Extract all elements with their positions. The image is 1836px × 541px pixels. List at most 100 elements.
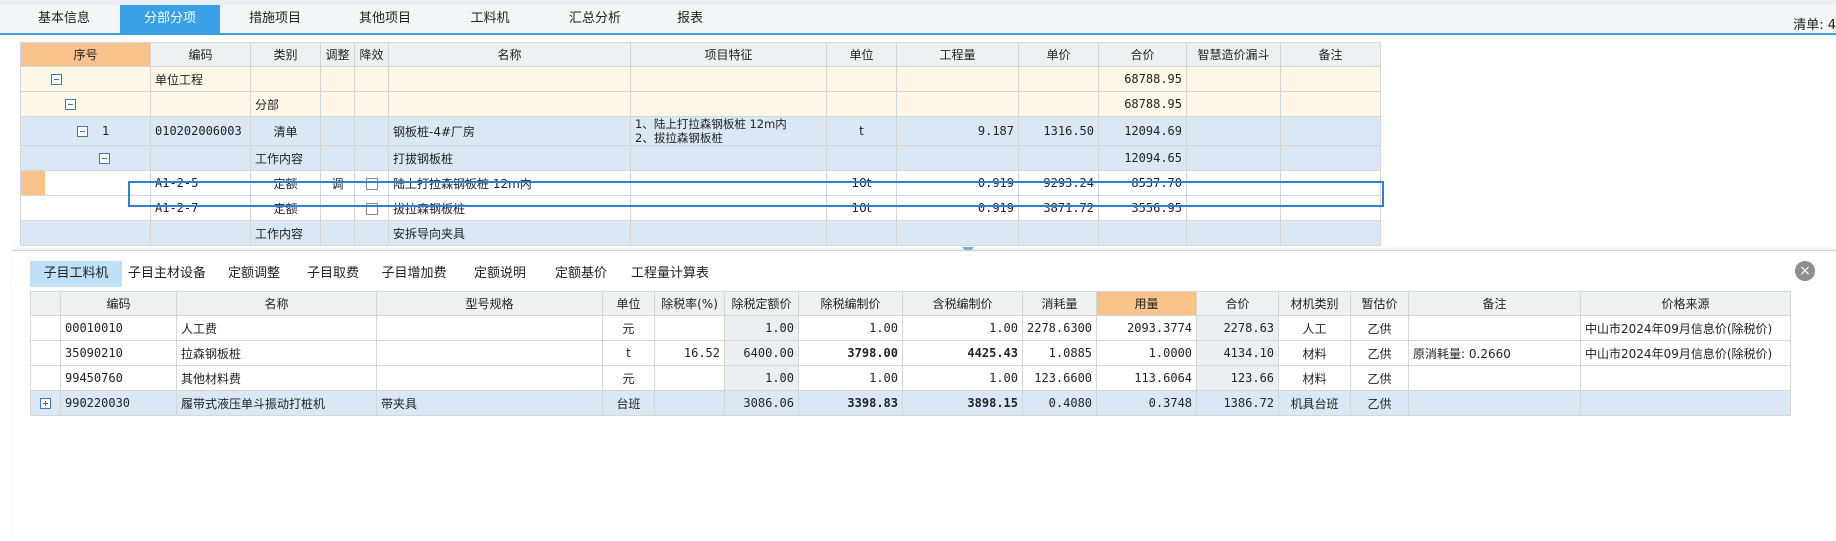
row-source: 中山市2024年09月信息价(除税价) [1580,340,1792,366]
expand-icon[interactable] [40,398,51,409]
col-code[interactable]: 编码 [60,291,177,316]
col-name[interactable]: 名称 [388,42,631,67]
row-total: 2278.63 [1196,315,1280,341]
row-tax-prep-price[interactable]: 1.00 [902,315,1023,341]
row-name: 其他材料费 [176,365,377,391]
row-adjust: 调 [320,170,355,196]
table-row[interactable]: A1-2-7 定额 拔拉森钢板桩 10t 0.919 3871.72 3556.… [20,195,1381,221]
tab-reports[interactable]: 报表 [650,5,730,33]
row-type: 定额 [250,195,321,221]
col-reduce[interactable]: 降效 [354,42,389,67]
row-prep-price[interactable]: 1.00 [798,315,903,341]
collapse-icon[interactable] [51,74,62,85]
col-provisional[interactable]: 暂估价 [1350,291,1410,316]
row-quota-price: 1.00 [724,315,799,341]
col-tax-rate[interactable]: 除税率(%) [654,291,725,316]
collapse-icon[interactable] [77,126,88,137]
row-category: 材料 [1278,365,1352,391]
col-note[interactable]: 备注 [1408,291,1582,316]
table-row[interactable]: 99450760 其他材料费 元 1.00 1.00 1.00 123.6600… [30,365,1792,391]
row-tax-rate [654,390,725,416]
subtab-quota-notes[interactable]: 定额说明 [458,261,542,287]
tab-division-items[interactable]: 分部分项 [120,5,220,33]
table-row-selected[interactable]: A1-2-5 定额 调 陆上打拉森钢板桩 12m内 10t 0.919 9293… [20,170,1381,196]
col-prep-price[interactable]: 除税编制价 [798,291,903,316]
table-row[interactable]: 00010010 人工费 元 1.00 1.00 1.00 2278.6300 … [30,315,1792,341]
row-tax-prep-price[interactable]: 4425.43 [902,340,1023,366]
col-usage[interactable]: 用量 [1096,291,1198,316]
row-code: A1-2-5 [150,170,251,196]
col-code[interactable]: 编码 [150,42,251,67]
table-row[interactable]: 单位工程 68788.95 [20,66,1381,92]
tab-measures[interactable]: 措施项目 [220,5,330,33]
row-type: 分部 [250,91,321,117]
col-type[interactable]: 类别 [250,42,321,67]
row-unit: 台班 [602,390,655,416]
col-consumption[interactable]: 消耗量 [1021,291,1098,316]
subtab-main-materials[interactable]: 子目主材设备 [122,261,212,287]
tab-summary-analysis[interactable]: 汇总分析 [540,5,650,33]
row-unit: 10t [826,170,897,196]
row-consumption[interactable]: 2278.6300 [1021,315,1098,341]
col-name[interactable]: 名称 [176,291,377,316]
row-tax-prep-price[interactable]: 3898.15 [902,390,1023,416]
col-total[interactable]: 合价 [1196,291,1280,316]
col-total[interactable]: 合价 [1098,42,1187,67]
row-consumption[interactable]: 1.0885 [1021,340,1098,366]
table-row[interactable]: 35090210 拉森钢板桩 t 16.52 6400.00 3798.00 4… [30,340,1792,366]
row-name: 安拆导向夹具 [388,220,631,246]
tab-other-items[interactable]: 其他项目 [330,5,440,33]
tab-labor-material-machine[interactable]: 工料机 [440,5,540,33]
row-tax-prep-price[interactable]: 1.00 [902,365,1023,391]
row-type: 定额 [250,170,321,196]
table-row[interactable]: 990220030 履带式液压单斗振动打桩机 带夹具 台班 3086.06 33… [30,390,1792,416]
col-spec[interactable]: 型号规格 [376,291,603,316]
col-unit[interactable]: 单位 [602,291,655,316]
row-prep-price[interactable]: 1.00 [798,365,903,391]
table-row[interactable]: 分部 68788.95 [20,91,1381,117]
subtab-item-resources[interactable]: 子目工料机 [30,261,122,287]
row-category: 机具台班 [1278,390,1352,416]
col-feature[interactable]: 项目特征 [630,42,827,67]
row-source: 中山市2024年09月信息价(除税价) [1580,315,1792,341]
subtab-additional-fees[interactable]: 子目增加费 [370,261,458,287]
row-consumption[interactable]: 123.6600 [1021,365,1098,391]
row-selector[interactable] [21,171,45,195]
col-price[interactable]: 单价 [1018,42,1099,67]
table-row[interactable]: 工作内容 安拆导向夹具 [20,220,1381,246]
row-quota-price: 6400.00 [724,340,799,366]
col-qty[interactable]: 工程量 [896,42,1019,67]
row-unit: 10t [826,195,897,221]
row-prep-price[interactable]: 3798.00 [798,340,903,366]
row-note [1408,365,1582,391]
row-code: 990220030 [60,390,177,416]
col-remark[interactable]: 备注 [1280,42,1381,67]
col-quota-price[interactable]: 除税定额价 [724,291,799,316]
col-price-source[interactable]: 价格来源 [1580,291,1792,316]
collapse-icon[interactable] [65,99,76,110]
close-icon[interactable]: × [1795,261,1815,281]
col-adjust[interactable]: 调整 [320,42,355,67]
row-total: 12094.65 [1098,145,1187,171]
table-row[interactable]: 1 010202006003 清单 钢板桩-4#厂房 1、陆上打拉森钢板桩 12… [20,116,1381,146]
col-tax-prep-price[interactable]: 含税编制价 [902,291,1023,316]
row-prep-price[interactable]: 3398.83 [798,390,903,416]
tab-basic-info[interactable]: 基本信息 [8,5,120,33]
table-row[interactable]: 工作内容 打拔钢板桩 12094.65 [20,145,1381,171]
subtab-fees[interactable]: 子目取费 [296,261,370,287]
col-smart-funnel[interactable]: 智慧造价漏斗 [1186,42,1281,67]
subtab-quantity-sheet[interactable]: 工程量计算表 [620,261,720,287]
subtab-quota-adjust[interactable]: 定额调整 [212,261,296,287]
collapse-icon[interactable] [99,153,110,164]
resource-grid: 编码 名称 型号规格 单位 除税率(%) 除税定额价 除税编制价 含税编制价 消… [30,291,1792,416]
row-price: 9293.24 [1018,170,1099,196]
row-code: 99450760 [60,365,177,391]
reduce-checkbox[interactable] [365,177,378,190]
subtab-quota-base-price[interactable]: 定额基价 [542,261,620,287]
row-code: 35090210 [60,340,177,366]
reduce-checkbox[interactable] [365,202,378,215]
col-unit[interactable]: 单位 [826,42,897,67]
col-category[interactable]: 材机类别 [1278,291,1352,316]
row-consumption[interactable]: 0.4080 [1021,390,1098,416]
col-seq[interactable]: 序号 [20,42,151,67]
